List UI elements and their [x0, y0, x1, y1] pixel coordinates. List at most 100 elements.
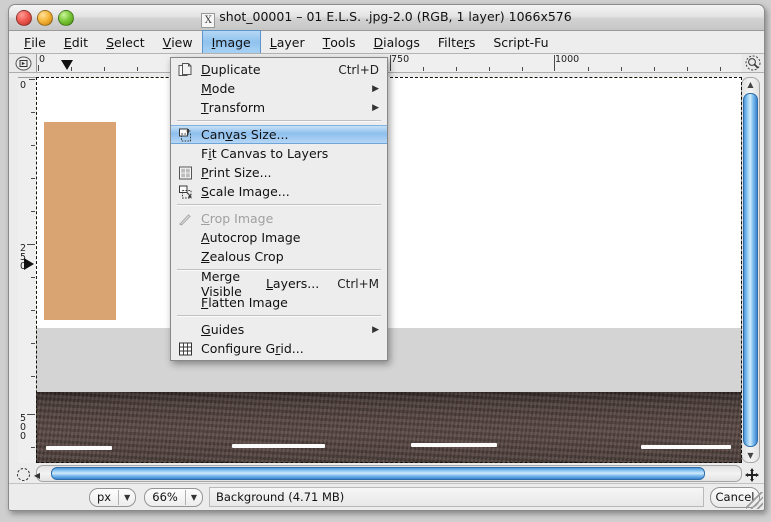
canvas-building-shape — [44, 122, 116, 320]
unit-value: px — [97, 490, 112, 504]
menubar: File Edit Select View Image Layer Tools … — [9, 30, 764, 54]
print-size-icon — [178, 165, 193, 180]
menubar-label-script-fu: Script-Fu — [493, 34, 549, 50]
menubar-item-script-fu[interactable]: Script-Fu — [484, 31, 557, 53]
pan-navigator-icon[interactable] — [743, 466, 761, 484]
vertical-scrollbar-thumb[interactable] — [743, 93, 758, 447]
status-message: Background (4.71 MB) — [208, 487, 704, 507]
menu-label-flatten-image: latten Image — [208, 295, 288, 310]
menu-label-duplicate: uplicate — [210, 62, 261, 77]
menubar-item-dialogs[interactable]: Dialogs — [365, 31, 429, 53]
menu-item-canvas-size[interactable]: Can v as Size... — [171, 125, 387, 144]
horizontal-ruler[interactable]: 0 750 1000 — [36, 54, 742, 72]
gimp-image-window: Xshot_00001 – 01 E.L.S. .jpg-2.0 (RGB, 1… — [8, 4, 765, 511]
menubar-item-file[interactable]: File — [15, 31, 55, 53]
canvas-ground-band — [36, 328, 742, 392]
menubar-label-edit: dit — [71, 34, 89, 50]
ruler-label-v-500: 500 — [20, 413, 27, 442]
canvas-road-surface — [36, 392, 742, 463]
zoom-selector[interactable]: 66% ▼ — [144, 487, 203, 507]
menu-label-guides: uides — [210, 322, 245, 337]
menu-expand-icon[interactable] — [11, 55, 35, 71]
unit-selector[interactable]: px ▼ — [89, 487, 137, 507]
gimp-x-icon: X — [201, 13, 216, 28]
menubar-label-view: iew — [171, 34, 193, 50]
menu-item-print-size[interactable]: Print Size... — [171, 163, 387, 182]
canvas-size-icon — [178, 127, 193, 142]
menubar-item-edit[interactable]: Edit — [55, 31, 97, 53]
ruler-label-h-0: 0 — [39, 54, 46, 65]
chevron-right-icon: ▶ — [372, 324, 379, 335]
menu-label-fit-canvas: t Canvas to Layers — [211, 146, 329, 161]
scale-image-icon — [178, 184, 193, 199]
image-menu-dropdown[interactable]: Duplicate Ctrl+D Mode ▶ Transform ▶ Can v… — [170, 57, 388, 361]
scroll-left-arrow-icon[interactable]: ◀ — [31, 468, 43, 482]
menubar-label-image: mage — [215, 34, 251, 50]
window-title-text: shot_00001 – 01 E.L.S. .jpg-2.0 (RGB, 1 … — [219, 9, 572, 24]
menu-label-print-size: rint Size... — [208, 165, 272, 180]
menubar-item-tools[interactable]: Tools — [314, 31, 365, 53]
menu-accel-merge-visible: Ctrl+M — [337, 276, 379, 291]
scroll-up-arrow-icon[interactable]: ▲ — [744, 78, 757, 91]
resize-grip-icon[interactable] — [746, 492, 763, 509]
menubar-label-filters: Filte — [437, 34, 464, 50]
menu-accel-duplicate: Ctrl+D — [338, 62, 379, 77]
zoom-value: 66% — [152, 490, 178, 504]
lane-marking — [641, 445, 731, 449]
menu-item-duplicate[interactable]: Duplicate Ctrl+D — [171, 60, 387, 79]
quickmask-toggle-icon[interactable] — [15, 466, 32, 483]
menu-label-configure-grid: id... — [280, 341, 304, 356]
screenshot-root: Xshot_00001 – 01 E.L.S. .jpg-2.0 (RGB, 1… — [0, 0, 771, 522]
configure-grid-icon — [178, 341, 193, 356]
menu-item-zealous-crop[interactable]: Zealous Crop — [171, 247, 387, 266]
window-title: Xshot_00001 – 01 E.L.S. .jpg-2.0 (RGB, 1… — [9, 9, 764, 28]
menu-item-fit-canvas-to-layers[interactable]: Fit Canvas to Layers — [171, 144, 387, 163]
menu-item-mode[interactable]: Mode ▶ — [171, 79, 387, 98]
menubar-item-filters[interactable]: Filte r s — [429, 31, 484, 53]
horizontal-scrollbar[interactable] — [36, 465, 742, 482]
menu-label-crop-image: rop Image — [209, 211, 274, 226]
menu-separator — [177, 315, 381, 317]
menubar-item-layer[interactable]: Layer — [261, 31, 314, 53]
duplicate-icon — [178, 62, 193, 77]
navigation-preview-icon[interactable] — [744, 55, 762, 71]
chevron-right-icon: ▶ — [372, 83, 379, 94]
vertical-scrollbar[interactable]: ▲ ▼ — [741, 77, 760, 463]
ruler-position-marker — [61, 60, 73, 70]
canvas-building-notch-lower — [108, 256, 114, 306]
chevron-down-icon[interactable]: ▼ — [119, 493, 135, 502]
lane-marking — [411, 443, 497, 447]
menu-separator — [177, 204, 381, 206]
menu-item-configure-grid[interactable]: Configure Gr id... — [171, 339, 387, 358]
menu-label-merge-visible: ayers... — [272, 276, 320, 291]
menu-item-crop-image: Crop Image — [171, 209, 387, 228]
menu-separator — [177, 120, 381, 122]
menubar-item-image[interactable]: Image — [201, 30, 261, 53]
menubar-label-layer: ayer — [276, 34, 305, 50]
chevron-down-icon[interactable]: ▼ — [186, 493, 202, 502]
menubar-item-select[interactable]: Select — [97, 31, 154, 53]
menu-item-flatten-image[interactable]: Flatten Image — [171, 293, 387, 312]
statusbar: px ▼ 66% ▼ Background (4.71 MB) Cancel — [9, 483, 764, 510]
image-canvas[interactable] — [36, 77, 742, 463]
menu-item-scale-image[interactable]: Scale Image... — [171, 182, 387, 201]
menu-label-autocrop: utocrop Image — [209, 230, 301, 245]
menu-item-guides[interactable]: Guides ▶ — [171, 320, 387, 339]
vertical-ruler[interactable]: 0 250 500 — [18, 77, 36, 463]
menubar-item-view[interactable]: View — [154, 31, 202, 53]
chevron-right-icon: ▶ — [372, 102, 379, 113]
canvas-sky-region — [36, 77, 742, 332]
vruler-position-marker — [24, 258, 34, 270]
canvas-building-notch-upper — [108, 122, 116, 256]
menu-item-merge-visible-layers[interactable]: Merge Visible Layers... Ctrl+M — [171, 269, 387, 299]
menu-item-transform[interactable]: Transform ▶ — [171, 98, 387, 117]
ruler-label-h-750: 750 — [391, 54, 410, 65]
menu-label-canvas-size: as Size... — [232, 127, 289, 142]
scroll-down-arrow-icon[interactable]: ▼ — [744, 449, 757, 462]
crop-image-icon — [178, 211, 193, 226]
horizontal-scrollbar-thumb[interactable] — [51, 467, 705, 480]
menubar-label-file: ile — [31, 34, 46, 50]
menu-item-autocrop-image[interactable]: Autocrop Image — [171, 228, 387, 247]
menu-label-scale-image: cale Image... — [208, 184, 290, 199]
menu-label-transform: ransform — [208, 100, 266, 115]
